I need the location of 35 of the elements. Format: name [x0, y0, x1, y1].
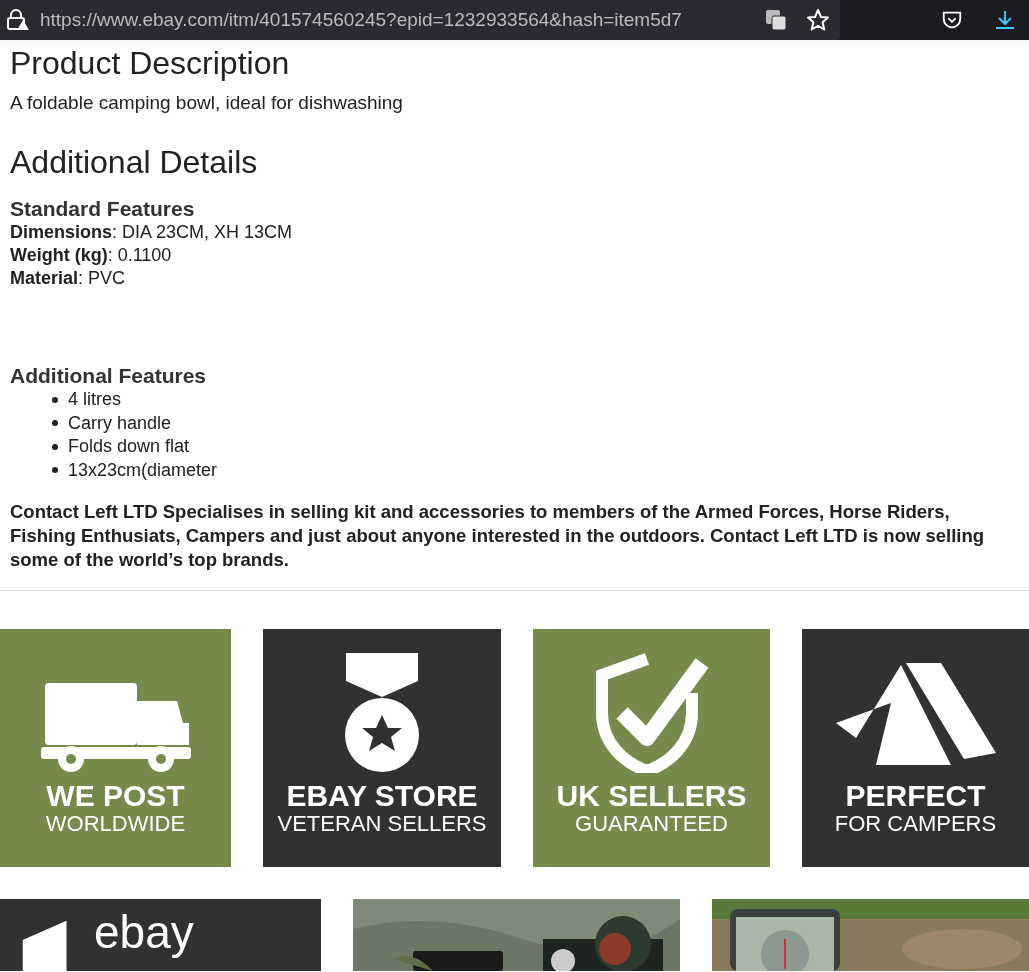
- pocket-icon[interactable]: [941, 9, 963, 31]
- truck-icon: [40, 683, 191, 773]
- address-bar[interactable]: https://www.ebay.com/itm/401574560245?epid=1232933564&hash=item5d7: [0, 0, 840, 40]
- medal-icon: [342, 653, 422, 773]
- bullet-icon: [52, 420, 58, 427]
- spec-line: Dimensions: DIA 23CM, XH 13CM: [10, 221, 294, 244]
- translate-icon[interactable]: [764, 8, 788, 32]
- bullet-icon: [52, 396, 58, 403]
- badge-subtitle: VETERAN SELLERS: [277, 811, 487, 837]
- badge-title: UK SELLERS: [556, 781, 747, 811]
- badge-subtitle: GUARANTEED: [575, 811, 728, 837]
- badge-subtitle: FOR CAMPERS: [834, 811, 997, 837]
- badge-title: PERFECT: [845, 781, 986, 811]
- feature-item: Carry handle: [68, 411, 172, 435]
- subheading: Standard Features: [10, 197, 196, 221]
- feature-item: 13x23cm(diameter: [68, 458, 218, 482]
- badge-title: WE POST: [46, 781, 185, 811]
- bullet-icon: [52, 443, 58, 450]
- section-heading: Product Description: [10, 45, 291, 82]
- bullet-icon: [52, 467, 58, 474]
- feature-item: Folds down flat: [68, 435, 190, 458]
- spec-line: Material: PVC: [10, 267, 127, 290]
- section-heading: Additional Details: [10, 144, 259, 181]
- about-text: Contact Left LTD Specialises in selling kit and accessories to members of the Armed Forces, Horse Riders, Fishing Enthusiats, Campers and just about anyone interested in the outdoors. Contact Left LTD is now selling some of the world’s top brands.: [10, 500, 986, 572]
- description-text: A foldable camping bowl, ideal for dishwashing: [10, 92, 404, 114]
- badge-subtitle: WORLDWIDE: [45, 811, 186, 837]
- spec-line: Weight (kg): 0.1100: [10, 244, 173, 267]
- logo-text: ebay: [94, 905, 194, 959]
- download-icon[interactable]: [993, 8, 1017, 32]
- lock-warning-icon: [6, 8, 30, 32]
- feature-item: 4 litres: [68, 388, 121, 411]
- subheading: Additional Features: [10, 364, 208, 388]
- url-text: https://www.ebay.com/itm/401574560245?epid=1232933564&hash=item5d7: [40, 9, 683, 31]
- badge-title: EBAY STORE: [286, 781, 478, 811]
- star-icon[interactable]: [806, 8, 830, 32]
